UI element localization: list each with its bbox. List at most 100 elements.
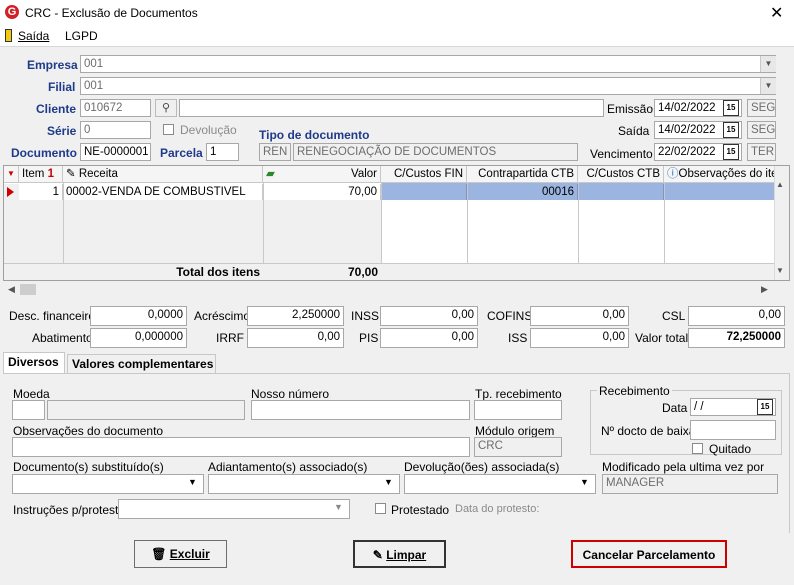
vencimento-label: Vencimento xyxy=(590,147,653,161)
chevron-down-icon[interactable]: ▼ xyxy=(760,56,776,72)
emissao-label: Emissão xyxy=(607,102,654,116)
filial-label: Filial xyxy=(48,80,76,94)
inss-label: INSS xyxy=(351,309,380,323)
close-icon[interactable]: ✕ xyxy=(770,3,783,23)
edit-icon: ✎ xyxy=(66,168,76,180)
app-logo-icon: G xyxy=(5,5,19,19)
csl-input[interactable]: 0,00 xyxy=(688,306,785,326)
valor-total-label: Valor total xyxy=(635,331,689,345)
tp-recebimento-label: Tp. recebimento xyxy=(475,387,562,401)
devolucao-label: Devolução xyxy=(180,123,237,137)
modulo-origem-label: Módulo origem xyxy=(475,424,555,438)
valor-total-input: 72,250000 xyxy=(688,328,785,348)
binoculars-search-icon[interactable]: ⚲ xyxy=(155,99,177,117)
devolucao-checkbox[interactable] xyxy=(163,124,174,135)
sort-asc-icon: 1 xyxy=(47,168,54,180)
cell-valor: 70,00 xyxy=(263,184,381,200)
protestado-label: Protestado xyxy=(391,503,450,517)
moeda-code-input[interactable] xyxy=(12,400,45,420)
protestado-checkbox[interactable] xyxy=(375,503,386,514)
abatimento-input[interactable]: 0,000000 xyxy=(90,328,187,348)
items-grid[interactable]: ▼ Item 1 ✎ Receita ▰ Valor C/Custos FIN C… xyxy=(3,165,790,281)
total-items-value: 70,00 xyxy=(347,265,378,279)
abatimento-label: Abatimento xyxy=(32,331,93,345)
col-valor-header[interactable]: ▰ Valor xyxy=(263,166,381,183)
irrf-input[interactable]: 0,00 xyxy=(247,328,344,348)
adiantamento-select[interactable] xyxy=(208,474,400,494)
col-ccfin-header[interactable]: C/Custos FIN xyxy=(381,166,467,183)
scroll-right-icon[interactable]: ▶ xyxy=(761,284,768,295)
menu-lgpd[interactable]: LGPD xyxy=(65,29,98,43)
total-items-label: Total dos itens xyxy=(176,265,260,279)
cofins-label: COFINS xyxy=(487,309,533,323)
calendar-icon[interactable]: 15 xyxy=(723,122,739,138)
saida-label: Saída xyxy=(618,124,650,138)
tab-diversos-label: Diversos xyxy=(8,355,59,369)
tipo-desc-field: RENEGOCIAÇÃO DE DOCUMENTOS xyxy=(293,143,578,161)
recebimento-group-label: Recebimento xyxy=(597,384,672,398)
vencimento-weekday: TER xyxy=(747,143,776,161)
cell-obs xyxy=(664,184,774,200)
chevron-down-icon[interactable]: ▼ xyxy=(334,502,343,512)
cliente-name-input[interactable] xyxy=(179,99,604,117)
nosso-numero-input[interactable] xyxy=(251,400,470,420)
cancelar-parcelamento-button[interactable]: Cancelar Parcelamento xyxy=(571,540,727,568)
devolucao-assoc-select[interactable] xyxy=(404,474,596,494)
iss-label: ISS xyxy=(508,331,528,345)
doc-substituido-select[interactable] xyxy=(12,474,204,494)
col-obs-header[interactable]: ⓘObservações do ite xyxy=(664,166,789,183)
limpar-button[interactable]: ✎ Limpar xyxy=(353,540,446,568)
chevron-down-icon[interactable]: ▼ xyxy=(760,78,776,94)
inss-input[interactable]: 0,00 xyxy=(380,306,478,326)
row-indicator-icon: ▼ xyxy=(4,166,19,183)
tp-recebimento-input[interactable] xyxy=(474,400,562,420)
cliente-code-input[interactable]: 010672 xyxy=(80,99,151,117)
scroll-down-icon[interactable]: ▼ xyxy=(776,266,786,275)
acrescimo-input[interactable]: 2,250000 xyxy=(247,306,344,326)
devolucao-assoc-label: Devolução(ões) associada(s) xyxy=(404,460,560,474)
chevron-down-icon[interactable]: ▼ xyxy=(188,477,197,487)
desc-financeiro-input[interactable]: 0,0000 xyxy=(90,306,187,326)
moeda-label: Moeda xyxy=(13,387,50,401)
documento-label: Documento xyxy=(11,146,77,160)
serie-label: Série xyxy=(47,124,77,138)
scroll-left-icon[interactable]: ◀ xyxy=(8,284,15,295)
empresa-select[interactable]: 001 xyxy=(80,55,776,73)
pis-input[interactable]: 0,00 xyxy=(380,328,478,348)
serie-input[interactable]: 0 xyxy=(80,121,151,139)
cofins-input[interactable]: 0,00 xyxy=(530,306,629,326)
instrucoes-protesto-select[interactable] xyxy=(118,499,350,519)
obs-documento-input[interactable] xyxy=(12,437,470,457)
money-icon: ▰ xyxy=(266,168,275,180)
iss-input[interactable]: 0,00 xyxy=(530,328,629,348)
col-ccctb-header[interactable]: C/Custos CTB xyxy=(578,166,664,183)
scroll-up-icon[interactable]: ▲ xyxy=(776,180,786,189)
nr-docto-input[interactable] xyxy=(690,420,776,440)
filial-select[interactable]: 001 xyxy=(80,77,776,95)
quitado-checkbox[interactable] xyxy=(692,443,703,454)
obs-documento-label: Observações do documento xyxy=(13,424,164,438)
nosso-numero-label: Nosso número xyxy=(251,387,330,401)
saida-weekday: SEG xyxy=(747,121,776,139)
scroll-thumb[interactable] xyxy=(20,284,36,295)
calendar-icon[interactable]: 15 xyxy=(723,100,739,116)
excluir-button[interactable]: 🗑 Excluir xyxy=(134,540,227,568)
cell-item: 1 xyxy=(19,184,63,200)
moeda-desc-field xyxy=(47,400,245,420)
data-label: Data xyxy=(662,401,688,415)
menu-exit[interactable]: Saída xyxy=(18,29,49,43)
chevron-down-icon[interactable]: ▼ xyxy=(384,477,393,487)
pis-label: PIS xyxy=(359,331,379,345)
modificado-field: MANAGER xyxy=(602,474,778,494)
calendar-icon[interactable]: 15 xyxy=(723,144,739,160)
col-contrapartida-header[interactable]: Contrapartida CTB xyxy=(467,166,578,183)
documento-input[interactable]: NE-0000001 xyxy=(80,143,151,161)
empresa-label: Empresa xyxy=(27,58,78,72)
col-item-header[interactable]: Item 1 xyxy=(19,166,63,183)
col-receita-header[interactable]: ✎ Receita xyxy=(63,166,263,183)
horizontal-scrollbar[interactable] xyxy=(3,282,790,298)
menu-bar xyxy=(0,26,794,47)
chevron-down-icon[interactable]: ▼ xyxy=(580,477,589,487)
calendar-icon[interactable]: 15 xyxy=(757,399,773,415)
parcela-input[interactable]: 1 xyxy=(206,143,239,161)
